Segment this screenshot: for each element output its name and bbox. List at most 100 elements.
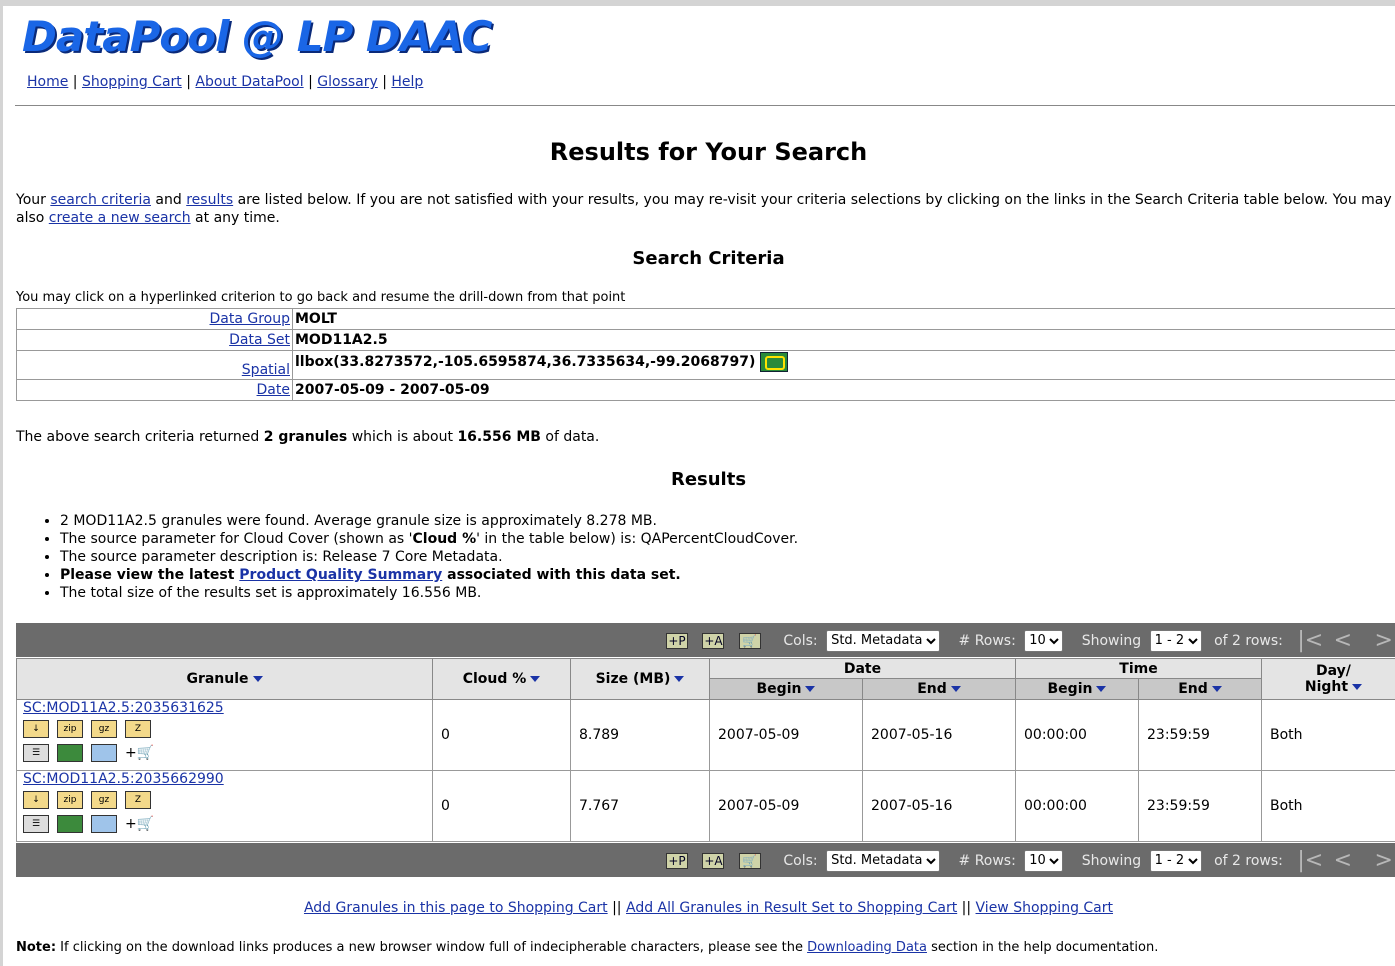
list-item: The source parameter description is: Rel…: [60, 548, 798, 566]
download-z-icon[interactable]: Z: [125, 791, 151, 809]
granule-count: 2 granules: [263, 429, 348, 445]
add-page-to-cart-link[interactable]: Add Granules in this page to Shopping Ca…: [304, 900, 608, 916]
date-begin-cell: 2007-05-09: [709, 770, 863, 842]
first-page-icon[interactable]: |<: [1297, 628, 1323, 653]
sort-down-icon[interactable]: [1352, 684, 1363, 690]
table-row: SC:MOD11A2.5:2035631625 ↓ zip gz Z ☰ +🛒 0 8.…: [16, 699, 1395, 771]
view-cart-icon[interactable]: 🛒: [738, 852, 761, 869]
add-all-to-cart-icon[interactable]: +A: [702, 852, 725, 869]
cols-select[interactable]: Std. Metadata: [826, 849, 941, 872]
criteria-label-cell: Spatial: [16, 350, 293, 380]
download-zip-icon[interactable]: zip: [57, 720, 83, 738]
cloud-cell: 0: [432, 699, 571, 771]
sort-down-icon[interactable]: [530, 676, 541, 682]
add-all-to-cart-icon[interactable]: +A: [702, 632, 725, 649]
granule-header[interactable]: Granule: [16, 658, 433, 700]
downloading-data-link[interactable]: Downloading Data: [807, 940, 927, 955]
criteria-value: llbox(33.8273572,-105.6595874,36.7335634…: [295, 354, 756, 370]
size-header[interactable]: Size (MB): [570, 658, 710, 700]
image-icon[interactable]: [91, 744, 117, 762]
datapool-logo[interactable]: DataPool @ LP DAAC: [22, 12, 492, 61]
next-page-icon[interactable]: >: [1375, 628, 1393, 653]
metadata-icon[interactable]: ☰: [23, 815, 49, 833]
next-page-icon[interactable]: >: [1375, 848, 1393, 873]
time-begin-header[interactable]: Begin: [1015, 678, 1139, 700]
showing-label: Showing: [1081, 852, 1142, 869]
download-folder-icon[interactable]: ↓: [23, 720, 49, 738]
data-group-link[interactable]: Data Group: [210, 311, 291, 327]
download-zip-icon[interactable]: zip: [57, 791, 83, 809]
sort-down-icon[interactable]: [252, 676, 263, 682]
sort-down-icon[interactable]: [1211, 686, 1222, 692]
rows-select[interactable]: 10: [1024, 629, 1064, 652]
view-cart-icon[interactable]: 🛒: [738, 632, 761, 649]
nav-separator: |: [308, 74, 313, 90]
view-cart-link[interactable]: View Shopping Cart: [976, 900, 1113, 916]
download-folder-icon[interactable]: ↓: [23, 791, 49, 809]
add-all-to-cart-link[interactable]: Add All Granules in Result Set to Shoppi…: [626, 900, 957, 916]
granule-action-icons: ☰ +🛒: [23, 742, 426, 764]
download-z-icon[interactable]: Z: [125, 720, 151, 738]
browse-image-icon[interactable]: [57, 744, 83, 762]
top-navigation: Home | Shopping Cart | About DataPool | …: [27, 74, 423, 90]
granule-action-icons: ☰ +🛒: [23, 813, 426, 835]
nav-separator: |: [72, 74, 78, 90]
results-link[interactable]: results: [186, 192, 233, 208]
sort-down-icon[interactable]: [950, 686, 961, 692]
granule-link[interactable]: SC:MOD11A2.5:2035662990: [23, 771, 224, 787]
prev-page-icon[interactable]: <: [1334, 848, 1352, 873]
new-search-link[interactable]: create a new search: [49, 210, 191, 226]
nav-home-link[interactable]: Home: [27, 74, 68, 90]
date-link[interactable]: Date: [257, 382, 290, 398]
first-page-icon[interactable]: |<: [1297, 848, 1323, 873]
add-to-cart-icon[interactable]: +🛒: [125, 745, 154, 761]
add-page-to-cart-icon[interactable]: +P: [666, 852, 688, 869]
browse-image-icon[interactable]: [57, 815, 83, 833]
results-toolbar-bottom: +P +A 🛒 Cols: Std. Metadata # Rows: 10 S…: [16, 843, 1395, 877]
image-icon[interactable]: [91, 815, 117, 833]
list-item-text: The source parameter for Cloud Cover (sh…: [60, 531, 413, 547]
intro-paragraph: Your search criteria and results are lis…: [16, 191, 1394, 227]
date-begin-header[interactable]: Begin: [709, 678, 863, 700]
add-page-to-cart-icon[interactable]: +P: [666, 632, 688, 649]
time-end-cell: 23:59:59: [1138, 699, 1262, 771]
data-set-link[interactable]: Data Set: [229, 332, 290, 348]
sort-down-icon[interactable]: [805, 686, 816, 692]
criteria-value: MOD11A2.5: [292, 329, 1395, 351]
rows-label: # Rows:: [958, 632, 1016, 649]
rows-select[interactable]: 10: [1024, 849, 1064, 872]
showing-select[interactable]: 1 - 2: [1149, 849, 1202, 872]
cloud-header[interactable]: Cloud %: [432, 658, 571, 700]
sort-down-icon[interactable]: [674, 676, 685, 682]
sort-down-icon[interactable]: [1096, 686, 1107, 692]
date-end-header[interactable]: End: [862, 678, 1016, 700]
showing-select[interactable]: 1 - 2: [1149, 629, 1202, 652]
add-to-cart-icon[interactable]: +🛒: [125, 816, 154, 832]
product-quality-summary-link[interactable]: Product Quality Summary: [239, 567, 442, 583]
list-item: The source parameter for Cloud Cover (sh…: [60, 530, 798, 548]
criteria-row: Data Set MOD11A2.5: [16, 329, 1395, 351]
metadata-icon[interactable]: ☰: [23, 744, 49, 762]
nav-help-link[interactable]: Help: [391, 74, 423, 90]
cols-select[interactable]: Std. Metadata: [826, 629, 941, 652]
date-end-cell: 2007-05-16: [862, 699, 1016, 771]
nav-about-link[interactable]: About DataPool: [195, 74, 303, 90]
map-icon[interactable]: [760, 352, 789, 372]
of-rows-label: of 2 rows:: [1214, 852, 1283, 869]
time-end-cell: 23:59:59: [1138, 770, 1262, 842]
download-gz-icon[interactable]: gz: [91, 791, 117, 809]
nav-separator: |: [186, 74, 191, 90]
download-gz-icon[interactable]: gz: [91, 720, 117, 738]
spatial-link[interactable]: Spatial: [242, 362, 290, 378]
search-criteria-link[interactable]: search criteria: [50, 192, 151, 208]
intro-text: at any time.: [190, 210, 280, 226]
granule-link[interactable]: SC:MOD11A2.5:2035631625: [23, 700, 224, 716]
toolbar-controls: +P +A 🛒 Cols: Std. Metadata # Rows: 10 S…: [666, 848, 1395, 873]
day-night-header[interactable]: Day/Night: [1261, 658, 1395, 700]
nav-shopping-cart-link[interactable]: Shopping Cart: [82, 74, 182, 90]
results-heading: Results: [670, 469, 747, 490]
prev-page-icon[interactable]: <: [1334, 628, 1352, 653]
nav-glossary-link[interactable]: Glossary: [317, 74, 378, 90]
time-end-header[interactable]: End: [1138, 678, 1262, 700]
date-end-cell: 2007-05-16: [862, 770, 1016, 842]
